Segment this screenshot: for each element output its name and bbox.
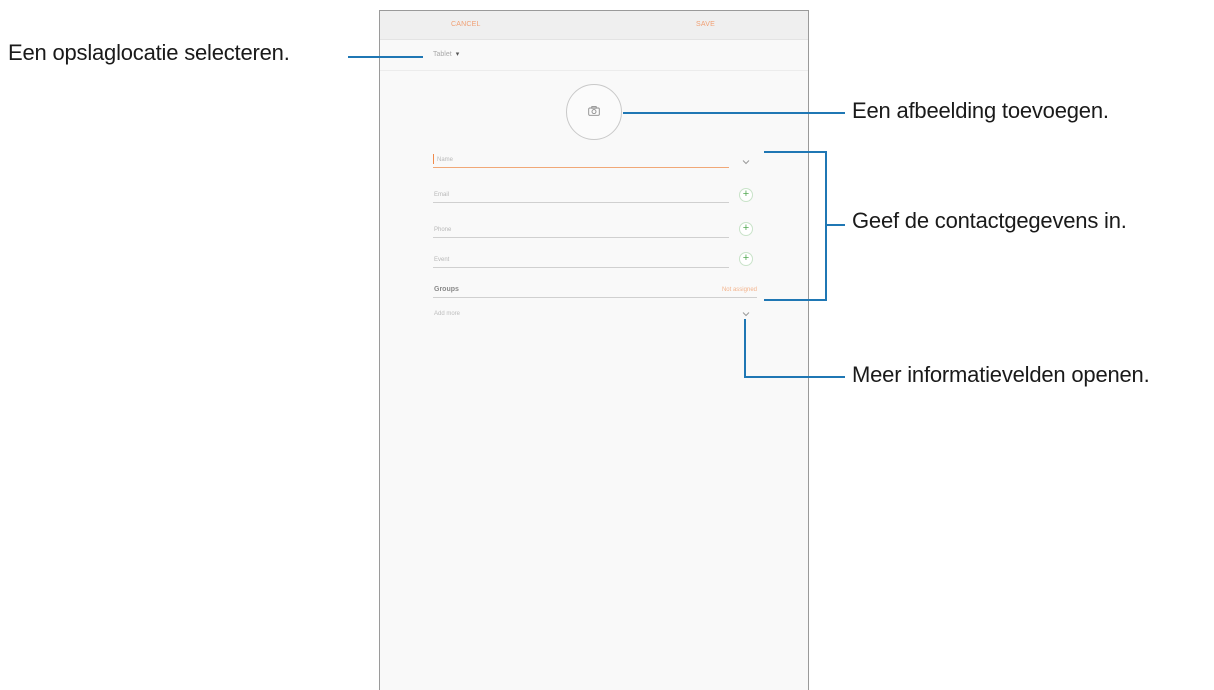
leader-line-details bbox=[827, 224, 845, 226]
storage-location-dropdown[interactable]: Tablet ▾ bbox=[433, 50, 460, 59]
action-bar: CANCEL SAVE bbox=[380, 11, 808, 40]
groups-row[interactable]: Groups Not assigned bbox=[433, 279, 757, 298]
groups-label: Groups bbox=[434, 286, 459, 293]
callout-contact-details: Geef de contactgegevens in. bbox=[852, 208, 1127, 233]
expand-name-button[interactable] bbox=[739, 155, 753, 167]
name-placeholder: Name bbox=[437, 157, 454, 163]
email-field[interactable]: Email bbox=[433, 184, 729, 203]
add-more-link[interactable]: Add more bbox=[434, 311, 460, 317]
cancel-button[interactable]: CANCEL bbox=[451, 11, 481, 39]
chevron-down-icon bbox=[742, 160, 750, 165]
chevron-down-icon bbox=[742, 312, 750, 317]
callout-more-fields: Meer informatievelden openen. bbox=[852, 362, 1150, 387]
leader-line-more-horizontal bbox=[744, 376, 845, 378]
add-event-button[interactable]: + bbox=[739, 252, 753, 266]
callout-storage-location: Een opslaglocatie selecteren. bbox=[8, 40, 290, 65]
event-field[interactable]: Event bbox=[433, 249, 729, 268]
leader-bracket-bottom bbox=[764, 299, 827, 301]
plus-icon: + bbox=[742, 222, 750, 234]
storage-location-row: Tablet ▾ bbox=[380, 40, 808, 71]
leader-line-more-vertical bbox=[744, 319, 746, 378]
event-placeholder: Event bbox=[434, 257, 450, 263]
expand-more-button[interactable] bbox=[739, 307, 753, 319]
leader-bracket-vertical bbox=[825, 151, 827, 301]
plus-icon: + bbox=[742, 188, 750, 200]
plus-icon: + bbox=[742, 252, 750, 264]
name-field[interactable]: Name bbox=[433, 149, 729, 168]
leader-line-image bbox=[623, 112, 845, 114]
text-cursor bbox=[433, 154, 434, 164]
phone-placeholder: Phone bbox=[434, 227, 452, 233]
camera-icon bbox=[588, 103, 600, 121]
callout-add-image: Een afbeelding toevoegen. bbox=[852, 98, 1109, 123]
leader-line-storage bbox=[348, 56, 423, 58]
caret-down-icon: ▾ bbox=[455, 51, 460, 58]
save-button[interactable]: SAVE bbox=[696, 11, 715, 39]
email-placeholder: Email bbox=[434, 192, 450, 198]
leader-bracket-top bbox=[764, 151, 827, 153]
add-photo-button[interactable] bbox=[566, 84, 622, 140]
phone-field[interactable]: Phone bbox=[433, 219, 729, 238]
add-phone-button[interactable]: + bbox=[739, 222, 753, 236]
add-email-button[interactable]: + bbox=[739, 188, 753, 202]
storage-location-value: Tablet bbox=[433, 50, 452, 58]
groups-value: Not assigned bbox=[721, 287, 757, 293]
